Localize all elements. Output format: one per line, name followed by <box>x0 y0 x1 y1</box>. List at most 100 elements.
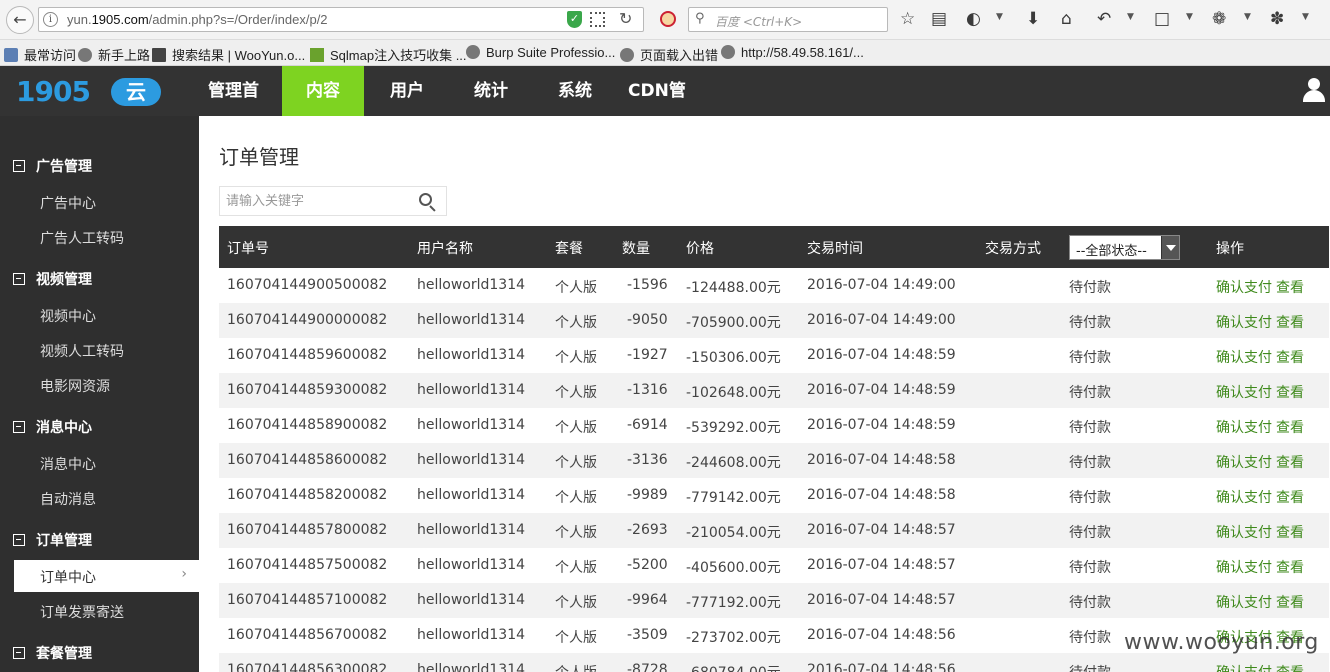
adblock-icon[interactable] <box>660 11 676 27</box>
palette-icon[interactable]: ◐ <box>966 8 981 30</box>
star-icon[interactable]: ☆ <box>900 8 915 30</box>
table-body: 160704144900500082 helloworld1314 个人版 -1596… <box>219 268 1329 672</box>
confirm-payment-link[interactable]: 确认支付 <box>1216 662 1272 672</box>
sidebar-item-video-center[interactable]: 视频中心 <box>14 299 199 331</box>
view-link[interactable]: 查看 <box>1276 347 1304 367</box>
browser-search-field[interactable]: ⚲ 百度 <Ctrl+K> <box>688 7 888 32</box>
sidebar-item-video-transcode[interactable]: 视频人工转码 <box>14 334 199 366</box>
cell-status: 待付款 <box>1069 595 1111 611</box>
undo-icon[interactable]: ↶ <box>1097 8 1111 30</box>
chevron-down-icon[interactable]: ▼ <box>1186 12 1193 22</box>
confirm-payment-link[interactable]: 确认支付 <box>1216 452 1272 472</box>
bookmark-item[interactable]: 最常访问 <box>4 45 76 64</box>
view-link[interactable]: 查看 <box>1276 452 1304 472</box>
sidebar-item-ad-center[interactable]: 广告中心 <box>14 186 199 218</box>
confirm-payment-link[interactable]: 确认支付 <box>1216 382 1272 402</box>
confirm-payment-link[interactable]: 确认支付 <box>1216 487 1272 507</box>
status-filter-select[interactable]: --全部状态-- <box>1069 235 1180 260</box>
reading-list-icon[interactable]: ▤ <box>931 8 947 30</box>
search-icon[interactable] <box>418 192 438 212</box>
confirm-payment-link[interactable]: 确认支付 <box>1216 557 1272 577</box>
back-arrow-icon[interactable]: ← <box>6 6 34 34</box>
bookmark-item[interactable]: http://58.49.58.161/... <box>721 45 864 60</box>
sidebar-group-messages[interactable]: 消息中心 <box>0 414 199 444</box>
chevron-down-icon[interactable]: ▼ <box>1302 12 1309 22</box>
confirm-payment-link[interactable]: 确认支付 <box>1216 347 1272 367</box>
cell-time: 2016-07-04 14:49:00 <box>807 277 956 293</box>
view-link[interactable]: 查看 <box>1276 592 1304 612</box>
view-link[interactable]: 查看 <box>1276 662 1304 672</box>
sidebar-item-invoice-mailing[interactable]: 订单发票寄送 <box>14 595 199 627</box>
user-icon[interactable] <box>1302 78 1326 104</box>
cell-user: helloworld1314 <box>417 312 526 328</box>
logo[interactable]: 1905 云 <box>16 74 166 108</box>
view-link[interactable]: 查看 <box>1276 487 1304 507</box>
bookmark-item[interactable]: 搜索结果 | WooYun.o... <box>152 45 305 64</box>
app-header: 1905 云 管理首页 内容 用户 统计 系统 CDN管理 <box>0 66 1330 151</box>
col-price: 价格 <box>686 241 714 257</box>
confirm-payment-link[interactable]: 确认支付 <box>1216 312 1272 332</box>
bookmark-item[interactable]: 新手上路 <box>78 45 150 64</box>
chevron-down-icon[interactable]: ▼ <box>996 12 1003 22</box>
cell-plan: 个人版 <box>555 630 597 646</box>
confirm-payment-link[interactable]: 确认支付 <box>1216 417 1272 437</box>
url-text[interactable]: yun.1905.com/admin.php?s=/Order/index/p/… <box>67 12 328 27</box>
cell-time: 2016-07-04 14:48:56 <box>807 627 956 643</box>
sidebar-item-message-center[interactable]: 消息中心 <box>14 447 199 479</box>
shield-icon[interactable]: ✓ <box>567 11 582 28</box>
cell-status: 待付款 <box>1069 385 1111 401</box>
view-link[interactable]: 查看 <box>1276 382 1304 402</box>
bookmark-item[interactable]: Sqlmap注入技巧收集 ... <box>310 45 467 64</box>
view-link[interactable]: 查看 <box>1276 312 1304 332</box>
bookmark-item[interactable]: Burp Suite Professio... <box>466 45 615 60</box>
cell-user: helloworld1314 <box>417 417 526 433</box>
confirm-payment-link[interactable]: 确认支付 <box>1216 522 1272 542</box>
cell-price: -210054.00元 <box>686 525 781 541</box>
nav-home[interactable]: 管理首页 <box>198 66 280 151</box>
firefox-icon <box>78 48 92 62</box>
chevron-down-icon[interactable] <box>1161 236 1179 259</box>
nav-system[interactable]: 系统 <box>534 66 616 116</box>
sidebar-item-ad-transcode[interactable]: 广告人工转码 <box>14 221 199 253</box>
sidebar-group-packages[interactable]: 套餐管理 <box>0 640 199 670</box>
chevron-down-icon[interactable]: ▼ <box>1244 12 1251 22</box>
cell-price: -244608.00元 <box>686 455 781 471</box>
info-icon[interactable]: i <box>43 12 58 27</box>
cell-plan: 个人版 <box>555 525 597 541</box>
reload-icon[interactable]: ↻ <box>619 9 632 28</box>
nav-cdn[interactable]: CDN管理 <box>618 66 700 151</box>
cell-status: 待付款 <box>1069 662 1111 672</box>
view-link[interactable]: 查看 <box>1276 277 1304 297</box>
view-link[interactable]: 查看 <box>1276 522 1304 542</box>
translate-icon[interactable]: ❁ <box>1212 8 1226 30</box>
cell-price: -273702.00元 <box>686 630 781 646</box>
sidebar-group-ads[interactable]: 广告管理 <box>0 153 199 183</box>
table-header: 订单号 用户名称 套餐 数量 价格 交易时间 交易方式 --全部状态-- 操作 <box>219 226 1329 268</box>
nav-users[interactable]: 用户 <box>366 66 448 116</box>
sidebar-group-orders[interactable]: 订单管理 <box>0 527 199 557</box>
sidebar-item-auto-message[interactable]: 自动消息 <box>14 482 199 514</box>
bug-icon[interactable]: ✽ <box>1270 8 1284 30</box>
collapse-icon <box>13 647 25 659</box>
url-bar[interactable]: i yun.1905.com/admin.php?s=/Order/index/… <box>38 7 644 32</box>
sidebar-item-order-center[interactable]: 订单中心 › <box>14 560 199 592</box>
chevron-down-icon[interactable]: ▼ <box>1127 12 1134 22</box>
cell-qty: -9964 <box>627 592 668 608</box>
search-input[interactable] <box>220 187 410 215</box>
download-icon[interactable]: ⬇ <box>1026 8 1040 30</box>
confirm-payment-link[interactable]: 确认支付 <box>1216 277 1272 297</box>
sidebar-item-movie-resources[interactable]: 电影网资源 <box>14 369 199 401</box>
confirm-payment-link[interactable]: 确认支付 <box>1216 592 1272 612</box>
nav-stats[interactable]: 统计 <box>450 66 532 116</box>
cell-order-no: 160704144858600082 <box>227 452 388 468</box>
nav-content[interactable]: 内容 <box>282 66 364 116</box>
sidebar-group-video[interactable]: 视频管理 <box>0 266 199 296</box>
cell-plan: 个人版 <box>555 315 597 331</box>
crop-icon[interactable]: □ <box>1154 8 1170 30</box>
sidebar: 广告管理 广告中心 广告人工转码 视频管理 视频中心 视频人工转码 电影网资源 … <box>0 116 199 672</box>
qr-code-icon[interactable] <box>590 12 605 27</box>
view-link[interactable]: 查看 <box>1276 557 1304 577</box>
home-icon[interactable]: ⌂ <box>1061 8 1072 30</box>
view-link[interactable]: 查看 <box>1276 417 1304 437</box>
bookmark-item[interactable]: 页面载入出错 <box>620 45 718 64</box>
